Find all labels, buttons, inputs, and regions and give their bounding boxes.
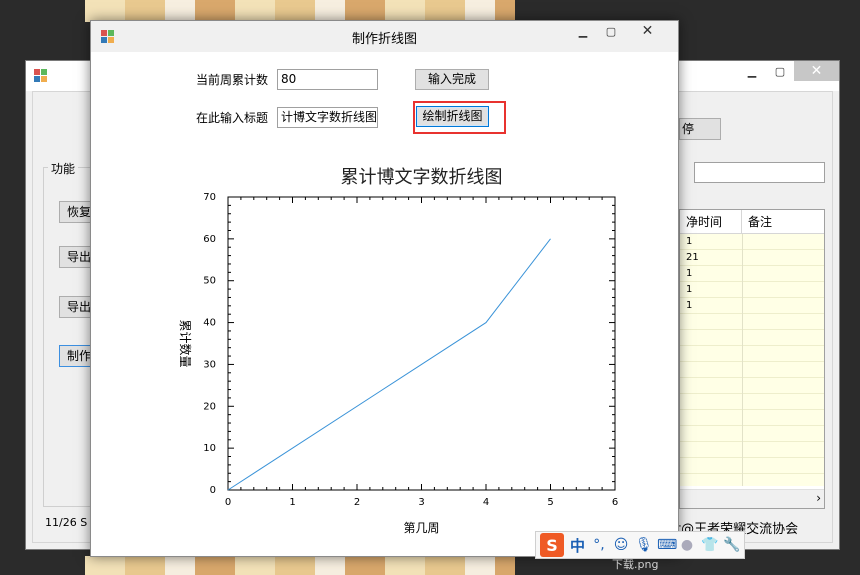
y-tick-label: 10: [203, 443, 216, 454]
x-tick-label: 5: [547, 497, 553, 508]
x-tick-label: 4: [483, 497, 489, 508]
grid-column-net-time[interactable]: 净时间: [680, 210, 742, 233]
background-artwork-bottom: [85, 556, 515, 575]
y-tick-label: 20: [203, 401, 216, 412]
x-tick-label: 0: [225, 497, 231, 508]
table-row[interactable]: 1: [680, 282, 824, 298]
minimize-icon[interactable]: ▁: [569, 21, 597, 41]
function-group-label: 功能: [48, 160, 79, 177]
grid-header: 净时间 备注: [680, 210, 824, 234]
table-row[interactable]: 21: [680, 250, 824, 266]
table-row[interactable]: 1: [680, 298, 824, 314]
horizontal-scrollbar[interactable]: ›: [680, 489, 824, 508]
app-icon: [34, 69, 47, 82]
x-tick-label: 3: [418, 497, 424, 508]
stop-button[interactable]: 停: [679, 118, 721, 140]
y-tick-label: 70: [203, 192, 216, 203]
table-row[interactable]: 1: [680, 266, 824, 282]
y-tick-label: 40: [203, 318, 216, 329]
x-axis-label: 第几周: [403, 521, 439, 535]
table-row[interactable]: 1: [680, 234, 824, 250]
chart-title: 累计博文字数折线图: [341, 167, 503, 188]
minimize-icon[interactable]: ▁: [738, 61, 766, 81]
settings-wrench-icon[interactable]: 🔧: [723, 537, 740, 553]
skin-icon[interactable]: 👕: [701, 537, 718, 553]
maximize-icon[interactable]: ▢: [597, 21, 625, 41]
emoji-icon[interactable]: ☺: [613, 537, 629, 553]
dialog-titlebar: 制作折线图 ▁ ▢ ✕: [91, 21, 678, 52]
data-grid[interactable]: 净时间 备注 1 21 1 1 1 ›: [679, 209, 825, 509]
plot-frame: [227, 196, 616, 491]
y-axis-label: 累计数量: [178, 319, 193, 367]
series-line-0: [227, 238, 551, 491]
y-tick-label: 60: [203, 234, 216, 245]
y-tick-label: 30: [203, 359, 216, 370]
line-chart: 累计博文字数折线图0 1 2 3 4 5 6010203040506070第几周累计数量: [178, 167, 618, 535]
close-icon[interactable]: ✕: [794, 61, 839, 81]
y-tick-label: 0: [210, 485, 216, 496]
microphone-icon[interactable]: 🎙: [635, 537, 653, 553]
ime-punctuation[interactable]: °,: [591, 537, 607, 553]
chevron-right-icon[interactable]: ›: [816, 491, 821, 505]
right-input[interactable]: [694, 162, 825, 183]
status-text: 11/26 S: [45, 516, 88, 529]
close-icon[interactable]: ✕: [625, 21, 670, 41]
grid-column-note[interactable]: 备注: [742, 210, 824, 233]
ime-toolbar: S 中 °, ☺ 🎙 ⌨ ● 👕 🔧: [535, 531, 745, 559]
background-artwork-top: [85, 0, 515, 22]
dialog-client: 当前周累计数 80 输入完成 在此输入标题 计博文字数折线图 绘制折线图 累计博…: [97, 52, 672, 550]
x-tick-label: 6: [612, 497, 618, 508]
user-icon[interactable]: ●: [679, 537, 695, 553]
maximize-icon[interactable]: ▢: [766, 61, 794, 81]
line-chart-dialog: 制作折线图 ▁ ▢ ✕ 当前周累计数 80 输入完成 在此输入标题 计博文字数折…: [90, 20, 679, 557]
grid-rows: 1 21 1 1 1: [680, 234, 824, 486]
ime-language[interactable]: 中: [570, 535, 585, 556]
ime-logo[interactable]: S: [540, 533, 564, 557]
x-tick-label: 1: [289, 497, 295, 508]
x-tick-label: 2: [354, 497, 360, 508]
y-tick-label: 50: [203, 276, 216, 287]
keyboard-icon[interactable]: ⌨: [657, 537, 677, 553]
